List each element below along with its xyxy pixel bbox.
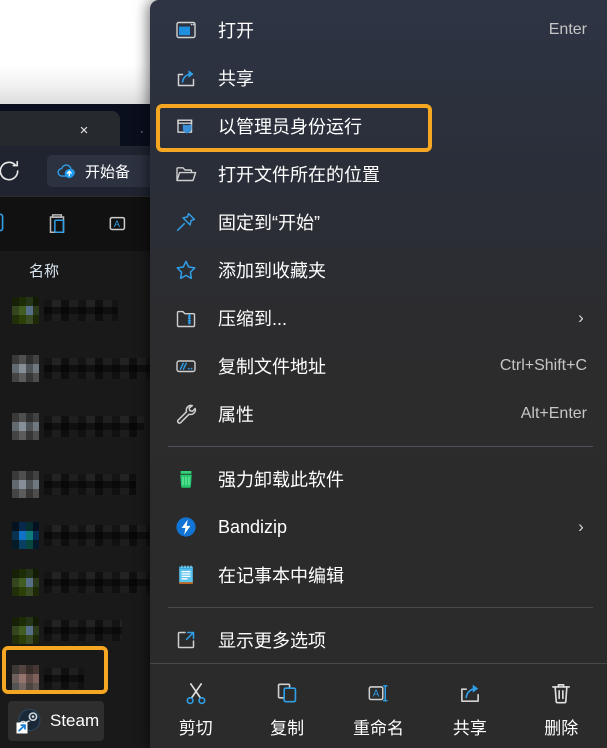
context-menu-item-label: 压缩到... xyxy=(218,309,288,329)
file-icon-redacted xyxy=(12,297,39,324)
context-menu-item-label: 在记事本中编辑 xyxy=(218,566,344,586)
notepad-icon xyxy=(174,563,198,587)
svg-text:A: A xyxy=(114,219,121,229)
file-icon-redacted xyxy=(12,413,39,440)
file-name-redacted xyxy=(44,668,84,689)
action-delete[interactable]: 删除 xyxy=(520,674,602,739)
file-name-redacted xyxy=(44,300,118,321)
folder-open-icon xyxy=(174,162,198,186)
keyboard-shortcut-label: Alt+Enter xyxy=(520,405,587,422)
share-icon xyxy=(457,678,483,708)
explorer-active-tab[interactable] xyxy=(0,111,120,147)
file-name-redacted xyxy=(44,620,122,641)
start-backup-label: 开始备 xyxy=(85,163,131,181)
zip-folder-icon xyxy=(174,306,198,330)
file-name-redacted xyxy=(44,416,144,437)
context-menu-item-label: Bandizip xyxy=(218,516,288,537)
context-menu-item-label: 固定到“开始” xyxy=(218,213,320,233)
chevron-right-icon[interactable]: › xyxy=(575,517,587,537)
file-name-redacted xyxy=(44,474,136,495)
context-menu-item-label: 共享 xyxy=(218,69,254,89)
context-menu-item[interactable]: 共享 xyxy=(156,54,601,102)
pin-icon xyxy=(174,210,198,234)
copy-path-icon xyxy=(174,354,198,378)
action-label: 删除 xyxy=(544,719,579,738)
context-menu-item[interactable]: 压缩到... › xyxy=(156,294,601,342)
copy-icon xyxy=(274,678,300,708)
cloud-upload-icon xyxy=(56,160,78,182)
screenshot-root: × · 开始备 A 名称 Steam 打开 Enter 共享 以管理员身份运行 … xyxy=(0,0,607,748)
column-header-name[interactable]: 名称 xyxy=(29,260,59,281)
context-menu-item[interactable]: 属性 Alt+Enter xyxy=(156,390,601,438)
menu-separator xyxy=(168,607,593,608)
file-icon-redacted xyxy=(12,569,39,596)
action-label: 剪切 xyxy=(178,719,213,738)
keyboard-shortcut-label: Enter xyxy=(548,21,587,38)
context-menu-item-label: 打开 xyxy=(218,21,254,41)
context-menu-action-bar: 剪切 复制 A 重命名 共享 删除 xyxy=(150,663,607,748)
svg-text:A: A xyxy=(373,689,380,700)
file-icon-redacted xyxy=(12,522,39,549)
star-icon xyxy=(174,258,198,282)
refresh-icon[interactable] xyxy=(0,158,22,184)
cut-icon[interactable] xyxy=(0,210,8,236)
wrench-icon xyxy=(174,402,198,426)
context-menu-item-label: 打开文件所在的位置 xyxy=(218,165,380,185)
context-menu-item-label: 复制文件地址 xyxy=(218,357,326,377)
context-menu-item-label: 显示更多选项 xyxy=(218,631,326,651)
context-menu-item[interactable]: 打开 Enter xyxy=(156,6,601,54)
context-menu-item[interactable]: Bandizip › xyxy=(156,503,601,551)
action-label: 共享 xyxy=(452,719,487,738)
delete-icon xyxy=(548,678,574,708)
file-icon-redacted xyxy=(12,665,39,692)
share-arrow-icon xyxy=(174,66,198,90)
scissors-icon xyxy=(183,678,209,708)
context-menu-items: 打开 Enter 共享 以管理员身份运行 打开文件所在的位置 固定到“开始” 添加… xyxy=(150,6,607,664)
action-copy[interactable]: 复制 xyxy=(246,674,328,739)
context-menu-item[interactable]: 固定到“开始” xyxy=(156,198,601,246)
paste-icon[interactable] xyxy=(44,210,70,236)
action-label: 复制 xyxy=(270,719,305,738)
rename-icon: A xyxy=(365,678,391,708)
context-menu: 打开 Enter 共享 以管理员身份运行 打开文件所在的位置 固定到“开始” 添加… xyxy=(150,0,607,748)
tab-close-icon[interactable]: × xyxy=(75,122,93,140)
steam-shortcut-icon xyxy=(16,708,42,734)
tab-overflow-marker: · xyxy=(140,126,144,138)
bandizip-icon xyxy=(174,515,198,539)
keyboard-shortcut-label: Ctrl+Shift+C xyxy=(499,357,587,374)
context-menu-item[interactable]: 在记事本中编辑 xyxy=(156,551,601,599)
context-menu-item-label: 添加到收藏夹 xyxy=(218,261,326,281)
steam-file-name: Steam xyxy=(50,711,100,730)
context-menu-item-label: 以管理员身份运行 xyxy=(218,117,362,137)
show-more-icon xyxy=(174,628,198,652)
context-menu-item-label: 属性 xyxy=(218,405,254,425)
action-label: 重命名 xyxy=(352,719,404,738)
context-menu-item-label: 强力卸载此软件 xyxy=(218,470,344,490)
green-trash-icon xyxy=(174,467,198,491)
action-rename[interactable]: A 重命名 xyxy=(337,674,419,739)
context-menu-item[interactable]: 强力卸载此软件 xyxy=(156,455,601,503)
menu-separator xyxy=(168,446,593,447)
context-menu-item[interactable]: 打开文件所在的位置 xyxy=(156,150,601,198)
file-icon-redacted xyxy=(12,355,39,382)
action-share[interactable]: 共享 xyxy=(429,674,511,739)
file-icon-redacted xyxy=(12,471,39,498)
context-menu-item[interactable]: 复制文件地址 Ctrl+Shift+C xyxy=(156,342,601,390)
file-icon-redacted xyxy=(12,617,39,644)
shield-admin-icon xyxy=(174,114,198,138)
context-menu-item[interactable]: 显示更多选项 xyxy=(156,616,601,664)
open-window-icon xyxy=(174,18,198,42)
action-scissors[interactable]: 剪切 xyxy=(155,674,237,739)
context-menu-item[interactable]: 添加到收藏夹 xyxy=(156,246,601,294)
context-menu-item[interactable]: 以管理员身份运行 xyxy=(156,102,601,150)
chevron-right-icon[interactable]: › xyxy=(575,308,587,328)
rename-icon[interactable]: A xyxy=(106,210,132,236)
